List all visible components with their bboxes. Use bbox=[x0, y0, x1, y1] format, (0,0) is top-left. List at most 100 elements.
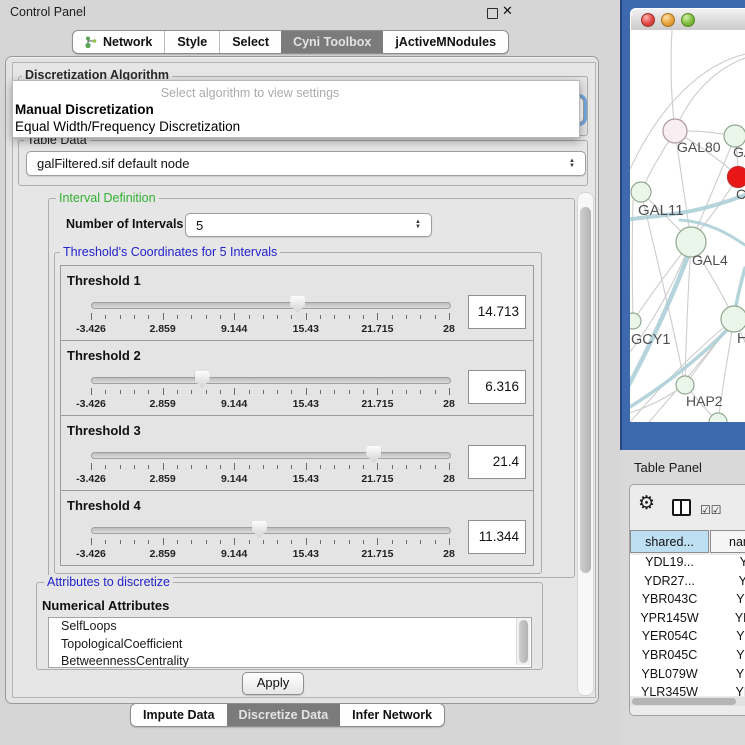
threshold-panel: Threshold 1 -3.4262.8599.14415.4321.7152… bbox=[60, 265, 534, 341]
tab-impute-data[interactable]: Impute Data bbox=[131, 704, 227, 726]
network-canvas[interactable]: GAL80GALCGAL11GAL4GCY1HHAP2 bbox=[630, 30, 745, 422]
attributes-scrollbar[interactable] bbox=[516, 618, 530, 665]
apply-button[interactable]: Apply bbox=[242, 672, 304, 695]
tick-label: 21.715 bbox=[361, 398, 393, 410]
tick-mark bbox=[191, 315, 192, 319]
threshold-value-field[interactable]: 6.316 bbox=[468, 370, 526, 404]
panel-scrollbar[interactable] bbox=[577, 192, 594, 696]
tick-mark bbox=[363, 465, 364, 469]
node-label: GCY1 bbox=[631, 332, 671, 348]
slider-thumb[interactable] bbox=[290, 296, 305, 313]
tab-infer-network[interactable]: Infer Network bbox=[340, 704, 444, 726]
close-traffic-light-icon[interactable] bbox=[641, 13, 655, 27]
tick-mark bbox=[349, 465, 350, 469]
attribute-item-betweennesscentrality[interactable]: BetweennessCentrality bbox=[49, 653, 531, 668]
column-header-shared[interactable]: shared... bbox=[630, 530, 709, 553]
dropdown-item-manual-discretization[interactable]: Manual Discretization bbox=[15, 102, 154, 117]
table-row[interactable]: YLR345WYLR345W bbox=[630, 685, 745, 696]
tick-label: 15.43 bbox=[293, 398, 319, 410]
attribute-item-selfloops[interactable]: SelfLoops bbox=[49, 618, 531, 636]
threshold-slider[interactable]: -3.4262.8599.14415.4321.71528 bbox=[91, 296, 449, 338]
column-header-name[interactable]: name bbox=[710, 530, 745, 553]
tick-mark bbox=[449, 463, 450, 470]
slider-thumb[interactable] bbox=[252, 521, 267, 538]
attributes-list[interactable]: SelfLoopsTopologicalCoefficientBetweenne… bbox=[48, 617, 532, 668]
app-root: Control Panel ✕ NetworkStyleSelectCyni T… bbox=[0, 0, 745, 745]
tab-network[interactable]: Network bbox=[73, 31, 164, 53]
tick-mark bbox=[163, 463, 164, 470]
network-node-c[interactable] bbox=[728, 167, 745, 188]
slider-tick-labels: -3.4262.8599.14415.4321.71528 bbox=[91, 323, 449, 335]
table-row[interactable]: YPR145WYPR145W bbox=[630, 611, 745, 630]
tick-mark bbox=[134, 540, 135, 544]
node-label: GAL11 bbox=[638, 202, 684, 219]
tick-mark bbox=[334, 315, 335, 319]
tab-label: Style bbox=[177, 35, 207, 49]
table-row[interactable]: YDR27...YDR27... bbox=[630, 574, 745, 593]
tab-discretize-data[interactable]: Discretize Data bbox=[227, 704, 341, 726]
tick-mark bbox=[334, 390, 335, 394]
network-node-gcy1[interactable] bbox=[630, 313, 641, 329]
tick-label: 28 bbox=[443, 398, 455, 410]
threshold-panel: Threshold 3 -3.4262.8599.14415.4321.7152… bbox=[60, 415, 534, 491]
table-row[interactable]: YDL19...YDL19... bbox=[630, 555, 745, 574]
table-hscrollbar[interactable] bbox=[630, 697, 745, 706]
threshold-value-field[interactable]: 21.4 bbox=[468, 445, 526, 479]
tick-mark bbox=[206, 540, 207, 544]
node-label: HAP2 bbox=[686, 393, 723, 409]
tick-label: 28 bbox=[443, 323, 455, 335]
table-cell: YPR145W bbox=[709, 611, 745, 630]
network-node-gal11[interactable] bbox=[631, 182, 651, 202]
checkboxes-icon[interactable]: ☑☑ bbox=[700, 503, 722, 517]
float-window-icon[interactable] bbox=[487, 8, 498, 19]
table-data-combobox[interactable]: galFiltered.sif default node ▲▼ bbox=[26, 151, 586, 176]
threshold-value-field[interactable]: 11.344 bbox=[468, 520, 526, 554]
dropdown-item-equal-width-frequency[interactable]: Equal Width/Frequency Discretization bbox=[15, 119, 240, 134]
combo-arrows-icon: ▲▼ bbox=[415, 220, 421, 230]
network-icon bbox=[85, 35, 98, 49]
tick-mark bbox=[120, 390, 121, 394]
tab-jactivemnodules[interactable]: jActiveMNodules bbox=[383, 31, 508, 53]
slider-ticks bbox=[91, 538, 449, 547]
attributes-scrollbar-thumb[interactable] bbox=[519, 620, 528, 663]
tick-mark bbox=[291, 465, 292, 469]
tick-mark bbox=[105, 390, 106, 394]
network-window-titlebar[interactable] bbox=[630, 8, 745, 31]
columns-icon[interactable] bbox=[672, 499, 691, 516]
threshold-label: Threshold 3 bbox=[67, 423, 141, 438]
table-row[interactable]: YBR045CYBR045C bbox=[630, 648, 745, 667]
close-icon[interactable]: ✕ bbox=[502, 3, 513, 19]
attribute-item-topologicalcoefficient[interactable]: TopologicalCoefficient bbox=[49, 636, 531, 654]
slider-track[interactable] bbox=[91, 377, 451, 384]
table-row[interactable]: YBR043CYBR043C bbox=[630, 592, 745, 611]
minimize-traffic-light-icon[interactable] bbox=[661, 13, 675, 27]
threshold-slider[interactable]: -3.4262.8599.14415.4321.71528 bbox=[91, 446, 449, 488]
threshold-value-field[interactable]: 14.713 bbox=[468, 295, 526, 329]
network-node[interactable] bbox=[709, 413, 727, 422]
slider-thumb[interactable] bbox=[366, 446, 381, 463]
slider-thumb[interactable] bbox=[195, 371, 210, 388]
network-node-hap2[interactable] bbox=[676, 376, 694, 394]
threshold-slider[interactable]: -3.4262.8599.14415.4321.71528 bbox=[91, 371, 449, 413]
tick-mark bbox=[420, 390, 421, 394]
table-row[interactable]: YER054CYER054C bbox=[630, 629, 745, 648]
table-cell: YBR045C bbox=[709, 648, 745, 667]
panel-scrollbar-thumb[interactable] bbox=[580, 207, 591, 573]
table-hscrollbar-thumb[interactable] bbox=[632, 698, 736, 705]
tab-cyni-toolbox[interactable]: Cyni Toolbox bbox=[281, 31, 383, 53]
tab-style[interactable]: Style bbox=[164, 31, 219, 53]
tick-label: -3.426 bbox=[76, 473, 106, 485]
gear-icon[interactable]: ⚙ bbox=[638, 494, 655, 513]
table-row[interactable]: YBL079WYBL079W bbox=[630, 667, 745, 686]
tick-mark bbox=[220, 465, 221, 469]
node-label: GAL80 bbox=[677, 139, 721, 155]
slider-track[interactable] bbox=[91, 302, 451, 309]
threshold-slider[interactable]: -3.4262.8599.14415.4321.71528 bbox=[91, 521, 449, 563]
network-node-h[interactable] bbox=[721, 306, 745, 332]
num-intervals-combobox[interactable]: 5 ▲▼ bbox=[185, 213, 432, 237]
tab-select[interactable]: Select bbox=[219, 31, 281, 53]
tick-mark bbox=[234, 538, 235, 545]
zoom-traffic-light-icon[interactable] bbox=[681, 13, 695, 27]
slider-track[interactable] bbox=[91, 452, 451, 459]
slider-track[interactable] bbox=[91, 527, 451, 534]
